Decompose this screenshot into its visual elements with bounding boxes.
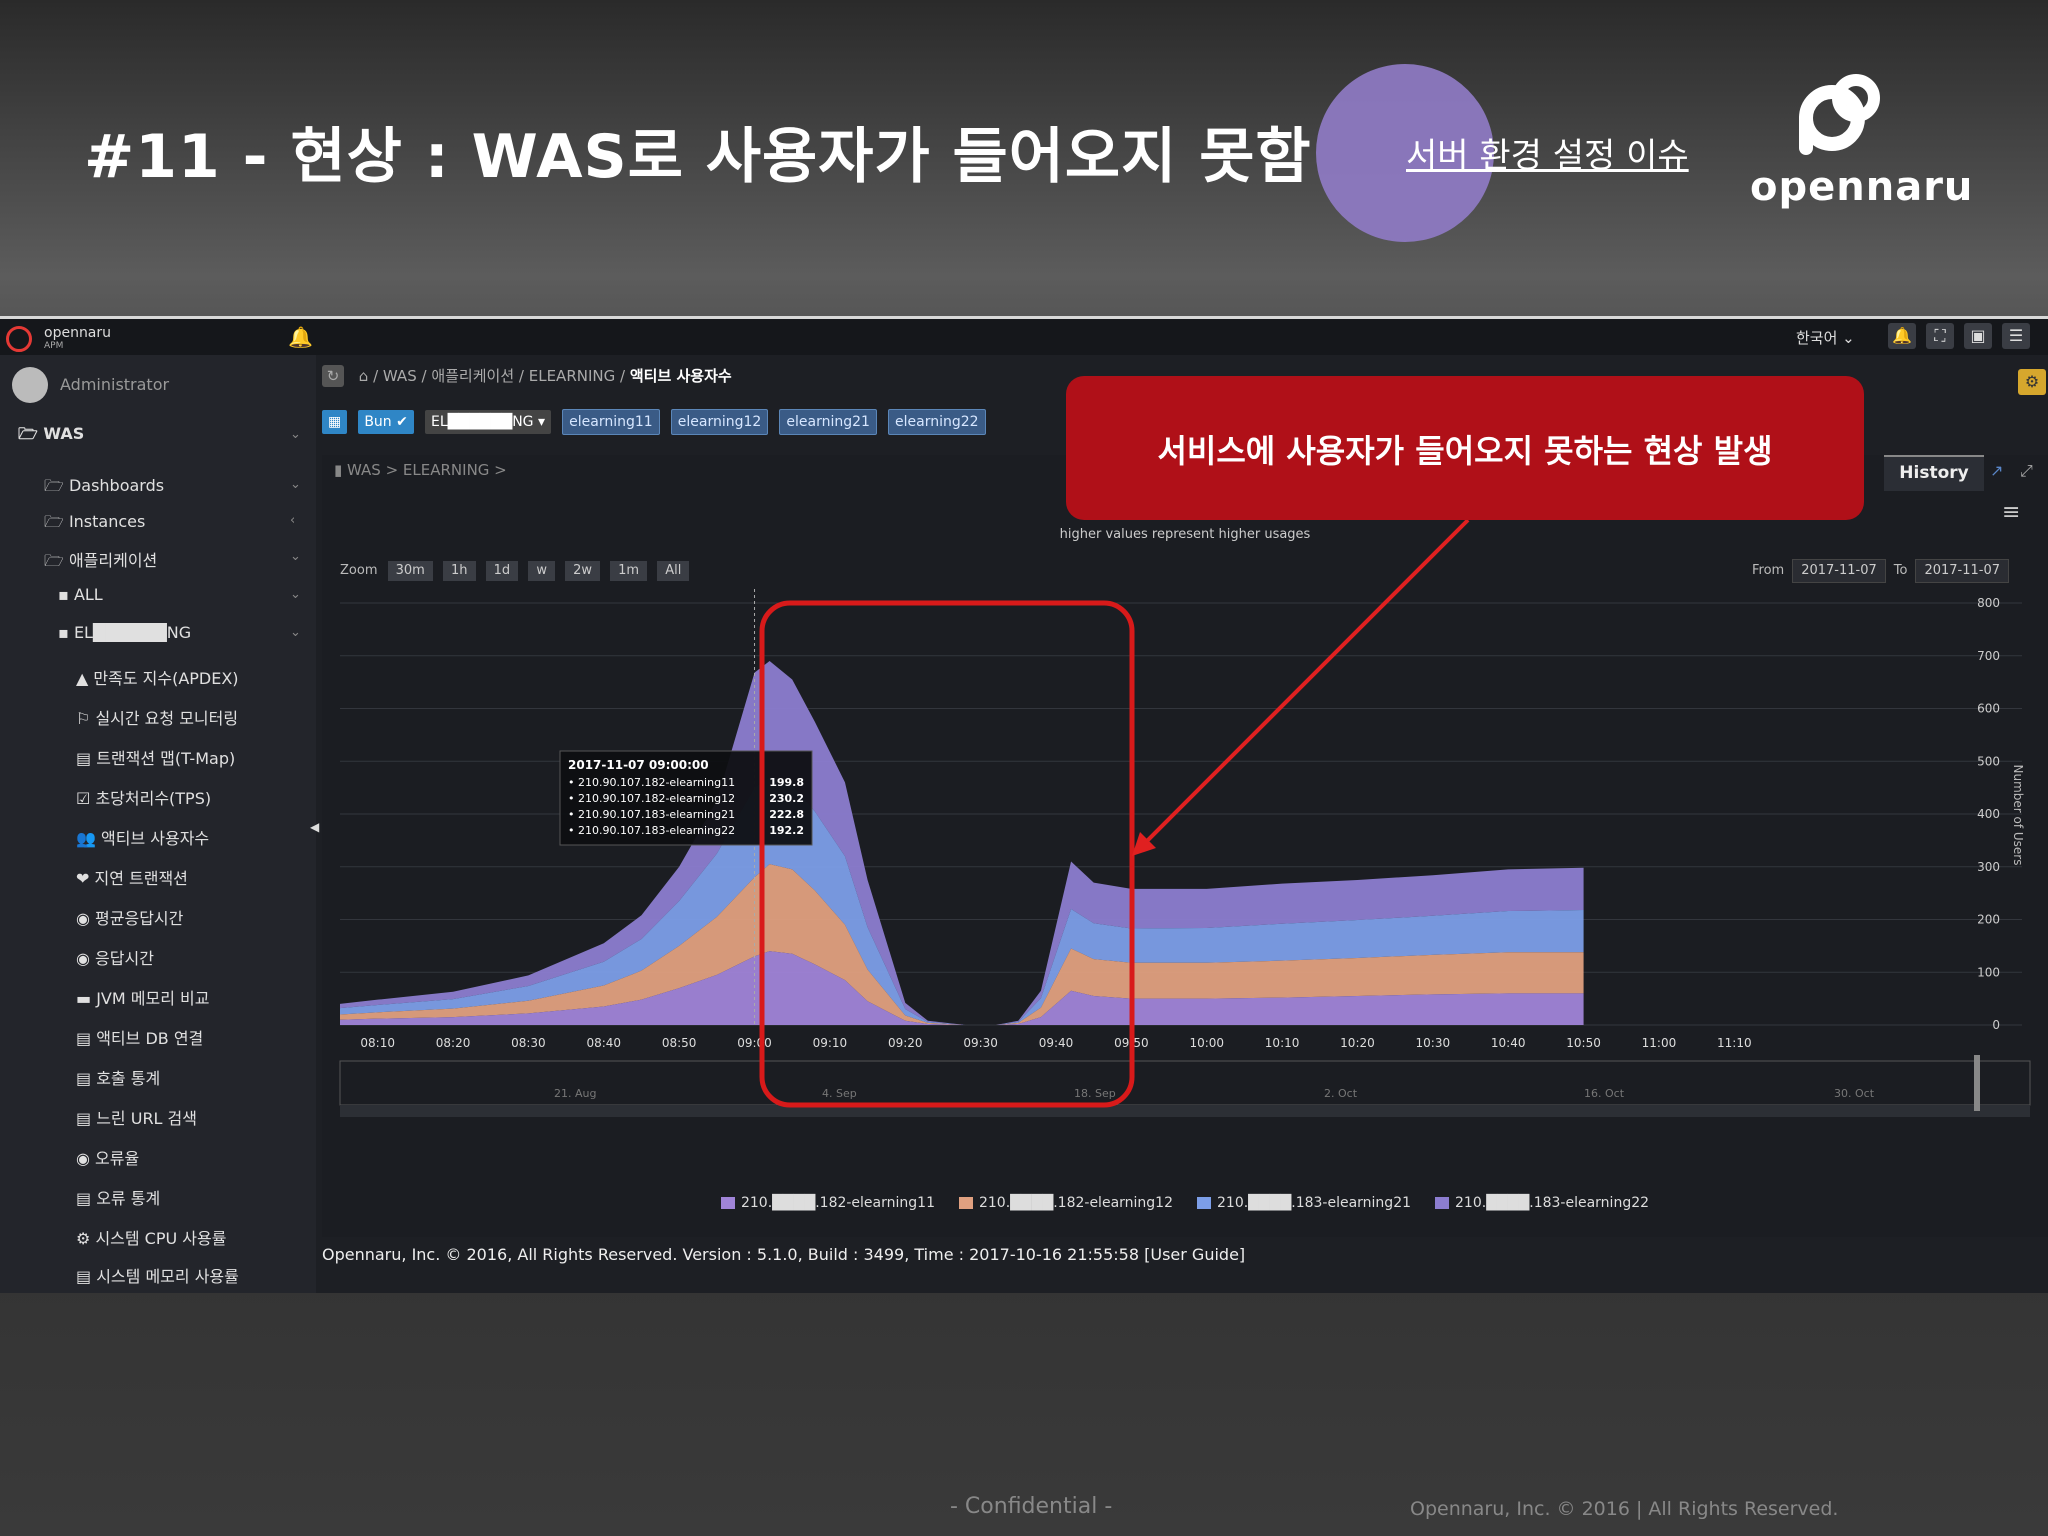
confidential-note: - Confidential -	[950, 1494, 1113, 1519]
annotation-overlay	[759, 518, 1470, 1108]
callout-arrow-line	[1136, 518, 1470, 852]
highlight-box	[759, 600, 1135, 1108]
callout-text: 서비스에 사용자가 들어오지 못하는 현상 발생	[1157, 432, 1773, 470]
slide-copyright: Opennaru, Inc. © 2016 | All Rights Reser…	[1410, 1498, 1839, 1520]
callout-box: 서비스에 사용자가 들어오지 못하는 현상 발생	[1066, 376, 1864, 520]
